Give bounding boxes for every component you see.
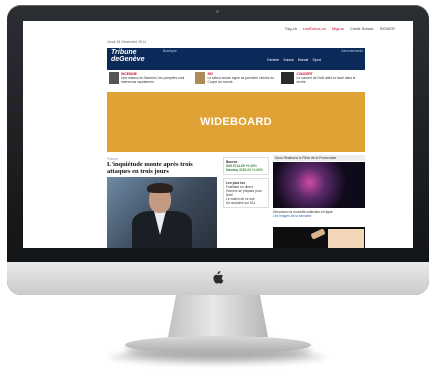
imac-monitor: Tdg.ch LesEchos.ch Migros Credit Suisse … (7, 5, 429, 295)
topbar-item-2[interactable]: LesEchos.ch (303, 26, 326, 31)
teaser-strip: INCENDIE Une maison en flammes, les pomp… (107, 70, 365, 91)
monitor-stand (168, 295, 268, 337)
teaser-text: INCENDIE Une maison en flammes, les pomp… (121, 72, 191, 89)
right-column: Nous Réalisons le Rêve de la Promenade D… (273, 155, 365, 248)
screen: Tdg.ch LesEchos.ch Migros Credit Suisse … (23, 21, 413, 248)
promo-image[interactable] (273, 162, 365, 208)
right-column-heading[interactable]: Nous Réalisons le Rêve de la Promenade (273, 155, 365, 161)
promo-text: Découvrez la nouvelle collection en lign… (273, 210, 365, 218)
teaser-title: Une maison en flammes, les pompiers sont… (121, 76, 185, 84)
nav-item-4[interactable]: Sport (312, 58, 320, 62)
monitor-chin (7, 262, 429, 295)
most-read-item-4[interactable]: Un accident sur l'A1 (226, 201, 266, 205)
topbar-item-5[interactable]: SIGNER (380, 26, 395, 31)
main-nav: Genève Suisse Monde Sport (267, 58, 321, 62)
apple-logo-icon (213, 271, 224, 284)
masthead-ad-right[interactable]: Abonnements (341, 49, 363, 56)
topbar-item-4[interactable]: Credit Suisse (350, 26, 374, 31)
date-line: Jeudi 18 Décembre 2014 (107, 40, 147, 44)
article-headline[interactable]: L'inquiétude monte après trois attaques … (107, 161, 217, 175)
topbar-item-1[interactable]: Tdg.ch (285, 26, 297, 31)
teaser-text: SKI Le skieur suisse signe sa première v… (207, 72, 277, 89)
promo-link[interactable]: Les images de la semaine (273, 214, 365, 218)
teaser-title: Le concert de Noël attire la foule dans … (296, 76, 356, 84)
teaser-1[interactable]: INCENDIE Une maison en flammes, les pomp… (107, 70, 193, 91)
teaser-thumbnail (281, 72, 295, 84)
logo-line2: deGenève (111, 55, 145, 63)
topbar-item-3[interactable]: Migros (332, 26, 344, 31)
teaser-3[interactable]: CONCERT Le concert de Noël attire la fou… (279, 70, 365, 91)
masthead-ad-left[interactable]: Boutique (163, 49, 177, 56)
teaser-text: CONCERT Le concert de Noël attire la fou… (296, 72, 363, 89)
nav-item-3[interactable]: Monde (298, 58, 309, 62)
most-read-item-2[interactable]: Genève se prépare pour Noël (226, 189, 266, 197)
image-object (328, 229, 364, 248)
article-photo[interactable] (107, 177, 217, 248)
teaser-2[interactable]: SKI Le skieur suisse signe sa première v… (193, 70, 279, 91)
teaser-title: Le skieur suisse signe sa première victo… (207, 76, 275, 84)
photo-hair (147, 183, 173, 193)
top-bar: Tdg.ch LesEchos.ch Migros Credit Suisse … (93, 24, 413, 32)
promo-image-2[interactable] (273, 227, 365, 248)
teaser-thumbnail (195, 72, 206, 84)
wideboard-ad[interactable]: WIDEBOARD (107, 92, 365, 152)
middle-column: Bourse SMI 8714.65 +0.45% Nasdaq 4745.24… (223, 157, 269, 247)
nav-item-2[interactable]: Suisse (283, 58, 294, 62)
main-content: France L'inquiétude monte après trois at… (107, 155, 365, 248)
image-object (310, 228, 326, 240)
monitor-base (125, 336, 311, 354)
markets-box: Bourse SMI 8714.65 +0.45% Nasdaq 4745.24… (223, 157, 269, 175)
teaser-thumbnail (109, 72, 120, 84)
masthead-links: Boutique Abonnements (163, 49, 363, 56)
site-logo[interactable]: Tribune deGenève (111, 49, 145, 63)
most-read-box: Les plus lus Fusillade en direct Genève … (223, 178, 269, 208)
camera-dot (216, 10, 219, 13)
market-line-2[interactable]: Nasdaq 4745.24 +1.03% (226, 168, 266, 172)
nav-item-1[interactable]: Genève (267, 58, 279, 62)
